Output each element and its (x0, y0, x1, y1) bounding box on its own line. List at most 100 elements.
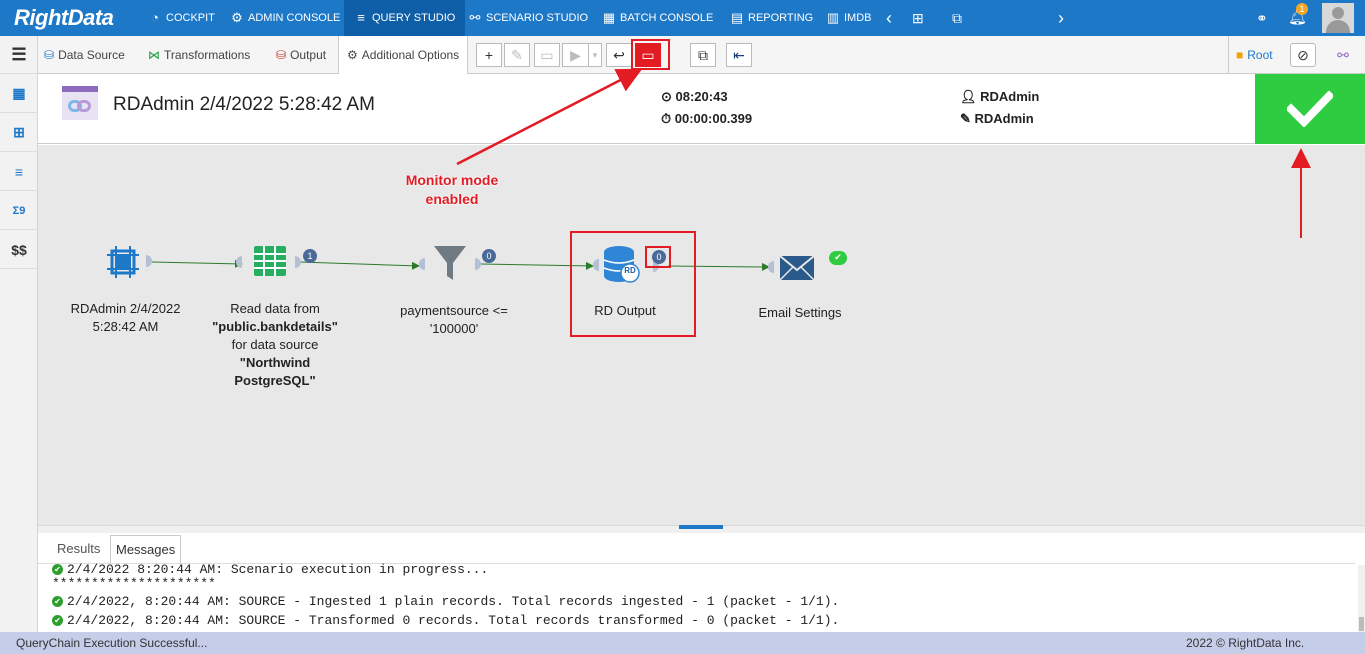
record-count-badge: 0 (482, 249, 496, 263)
gear-icon: ⚙ (231, 10, 243, 25)
splitter-handle[interactable] (679, 525, 723, 529)
funnel-icon (434, 246, 466, 280)
envelope-icon (779, 255, 815, 281)
success-status-box (1255, 74, 1365, 144)
app-logo[interactable]: RightData (14, 5, 114, 31)
pencil-icon: ✎ (960, 111, 975, 126)
nav-cockpit[interactable]: ◔ COCKPIT (142, 0, 221, 36)
tab-messages[interactable]: Messages (110, 535, 182, 565)
editor-user: ✎ RDAdmin (960, 111, 1034, 126)
monitor-button[interactable]: ▭ (534, 43, 560, 67)
query-chain-icon (62, 86, 98, 120)
avatar[interactable] (1322, 3, 1354, 33)
nav-scenario-studio[interactable]: ⚯ SCENARIO STUDIO (462, 0, 594, 36)
sidebar-database-icon[interactable]: ≡ (0, 153, 38, 191)
sidebar-calendar-icon[interactable]: ▦ (0, 75, 38, 113)
export-button[interactable]: ⇤ (726, 43, 752, 67)
scrollbar[interactable] (1358, 565, 1365, 632)
folder-icon: ■ (1236, 48, 1244, 62)
status-bar: QueryChain Execution Successful... 2022 … (0, 632, 1365, 654)
batch-icon: ▦ (602, 10, 616, 25)
edit-button[interactable]: ✎ (504, 43, 530, 67)
nav-imdb[interactable]: ▥ IMDB (820, 0, 878, 36)
scenario-link-button[interactable]: ⚯ (1330, 43, 1356, 67)
hamburger-menu-icon[interactable]: ☰ (0, 36, 38, 74)
node-label: Email Settings (758, 305, 842, 320)
tab-additional-options[interactable]: ⚙ Additional Options (338, 36, 469, 74)
message-row: ✔ 2/4/2022, 8:20:44 AM: SOURCE - Transfor… (52, 613, 839, 628)
run-button[interactable]: ▶ (562, 43, 588, 67)
sidebar-dollar-icon[interactable]: $$ (0, 231, 38, 269)
owner-user: 👤︎ RDAdmin (960, 89, 1040, 104)
execution-duration: ⏱ 00:00:00.399 (661, 111, 753, 126)
table-icon (254, 246, 286, 276)
tab-data-source[interactable]: ⛁ Data Source (44, 36, 125, 74)
tab-transformations[interactable]: ⋈ Transformations (148, 36, 250, 74)
workflow-canvas[interactable]: RDAdmin 2/4/2022 5:28:42 AM 1 Read data f… (38, 145, 1365, 525)
sidebar-query-builder-icon[interactable]: ⊞ (0, 114, 38, 152)
notification-badge: 1 (1296, 3, 1308, 15)
gears-icon: ⚙ (347, 48, 358, 62)
node-label: paymentsource <= '100000' (400, 303, 508, 336)
email-node[interactable] (779, 255, 815, 281)
record-count-badge: 1 (303, 249, 317, 263)
panel-splitter[interactable] (38, 525, 1365, 533)
copyright: 2022 © RightData Inc. (1186, 636, 1305, 650)
input-port[interactable] (419, 258, 425, 270)
nav-prev-icon[interactable]: ‹ (886, 0, 892, 36)
badge-highlight (645, 246, 671, 268)
monitor-mode-highlight (631, 39, 670, 70)
sidebar-functions-icon[interactable]: Σ9 (0, 192, 38, 230)
scrollbar-thumb[interactable] (1359, 617, 1364, 631)
input-port[interactable] (236, 256, 242, 268)
node-label: Read data from "public.bankdetails" for da… (212, 301, 338, 388)
node-label: RDAdmin 2/4/2022 5:28:42 AM (70, 301, 181, 334)
nav-next-icon[interactable]: › (1058, 0, 1064, 36)
report-icon: ▤ (730, 10, 744, 25)
message-row: ✔ 2/4/2022, 8:20:44 AM: SOURCE - Ingested… (52, 594, 839, 609)
scenario-start-node[interactable] (104, 244, 142, 280)
imdb-icon: ▥ (826, 10, 840, 25)
status-message: QueryChain Execution Successful... (16, 636, 208, 650)
check-circle-icon: ✔ (52, 596, 63, 607)
tab-results[interactable]: Results (52, 535, 105, 563)
nav-reporting[interactable]: ▤ REPORTING (724, 0, 819, 36)
query-toolbar: ⛁ Data Source ⋈ Transformations ⛁ Output ⚙ A… (38, 36, 1365, 74)
compass-button[interactable]: ⊘ (1290, 43, 1316, 67)
add-button[interactable]: + (476, 43, 502, 67)
run-dropdown-icon[interactable]: ▾ (588, 43, 602, 67)
query-builder-icon[interactable]: ⊞ (912, 0, 924, 36)
message-row: ********************* (52, 576, 216, 591)
check-circle-icon: ✔ (52, 564, 63, 575)
rd-output-highlight (570, 231, 696, 337)
input-port[interactable] (768, 261, 774, 273)
monitor-mode-annotation: Monitor mode enabled (405, 172, 499, 207)
page-title: RDAdmin 2/4/2022 5:28:42 AM (113, 94, 375, 115)
filter-node[interactable] (432, 244, 468, 282)
checkmark-icon (1287, 91, 1333, 127)
results-panel: Results Messages ✔ 2/4/2022 8:20:44 AM: S… (38, 533, 1365, 632)
user-icon: 👤︎ (960, 89, 981, 104)
tab-output[interactable]: ⛁ Output (276, 36, 326, 74)
database-icon: ⛁ (44, 48, 55, 62)
top-navbar: RightData ◔ COCKPIT ⚙ ADMIN CONSOLE ≡ QUERY… (0, 0, 1365, 36)
clock-icon: ⊙ (661, 89, 676, 104)
database-icon: ≡ (357, 10, 365, 25)
bowtie-icon: ⋈ (148, 48, 160, 62)
nav-query-studio[interactable]: ≡ QUERY STUDIO (344, 0, 466, 36)
stopwatch-icon: ⏱ (661, 111, 675, 126)
read-data-node[interactable] (252, 244, 288, 278)
undo-button[interactable]: ↩ (606, 43, 632, 67)
root-folder-button[interactable]: ■ Root (1236, 36, 1273, 74)
data-compare-icon[interactable]: ⧉ (952, 0, 962, 36)
copy-button[interactable]: ⧉ (690, 43, 716, 67)
nav-batch-console[interactable]: ▦ BATCH CONSOLE (596, 0, 719, 36)
link-icon[interactable]: ⚭ (1256, 0, 1268, 36)
query-header: RDAdmin 2/4/2022 5:28:42 AM ⊙ 08:20:43 ⏱… (38, 74, 1365, 144)
left-sidebar: ☰ ▦ ⊞ ≡ Σ9 $$ (0, 36, 38, 632)
success-check-icon: ✔ (829, 251, 847, 265)
cockpit-icon: ◔ (151, 10, 159, 25)
crop-frame-icon (107, 246, 139, 278)
nav-admin-console[interactable]: ⚙ ADMIN CONSOLE (224, 0, 346, 36)
scenario-icon: ⚯ (469, 10, 481, 25)
